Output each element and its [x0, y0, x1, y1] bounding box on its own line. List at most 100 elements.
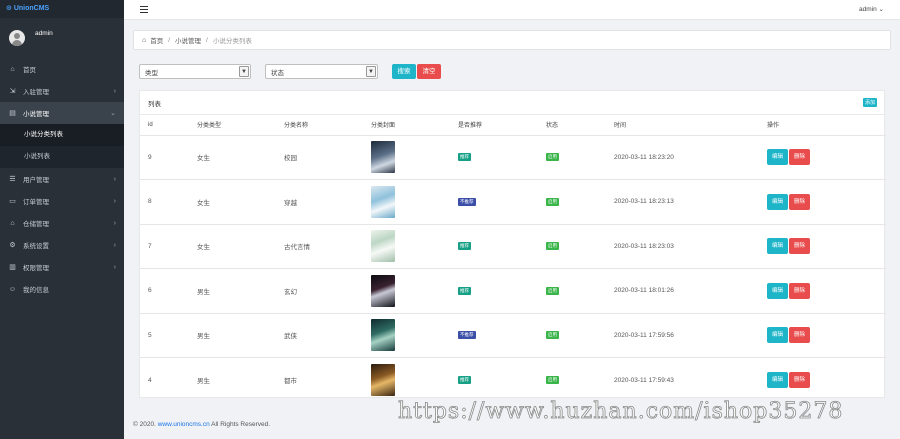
add-button[interactable]: 添加 [862, 98, 877, 107]
table-row: 6 男生 玄幻 推荐 启用 2020-03-11 18:01:26 编辑 删除 [140, 268, 886, 314]
delete-button[interactable]: 删除 [789, 327, 811, 344]
cell-cover [363, 268, 450, 314]
cell-recommend: 推荐 [450, 268, 538, 314]
status-badge: 启用 [546, 331, 559, 340]
cell-recommend: 推荐 [450, 135, 538, 180]
sidebar-item[interactable]: ▭ 订单管理 › [0, 190, 124, 212]
cell-id: 8 [140, 179, 189, 225]
edit-button[interactable]: 编辑 [767, 327, 789, 344]
status-badge: 启用 [546, 197, 559, 206]
cell-status: 启用 [538, 224, 606, 269]
watermark: https://www.huzhan.com/ishop35278 [398, 399, 844, 425]
sidebar-item-label: 首页 [23, 67, 36, 74]
sidebar-subitem[interactable]: 小说列表 [0, 146, 124, 168]
sidebar-nav: ⌂ 首页 ⇲ 入驻管理 › ▤ 小说管理 ⌄ 小说分类列表 小说列表 ☰ 用户管理 › ▭ 订单管理 › ⌂ 仓储… [0, 58, 124, 300]
column-header: 状态 [538, 115, 606, 136]
sidebar-item[interactable]: ⇲ 入驻管理 › [0, 80, 124, 102]
sidebar-item[interactable]: ☰ 用户管理 › [0, 168, 124, 190]
cell-status: 启用 [538, 313, 606, 358]
column-header: 时间 [606, 115, 759, 136]
breadcrumb-home[interactable]: 首页 [150, 35, 163, 45]
edit-button[interactable]: 编辑 [767, 238, 789, 255]
app-logo[interactable]: ⊙ UnionCMS [0, 0, 124, 18]
recommend-badge: 不推荐 [458, 331, 476, 340]
cell-time: 2020-03-11 18:23:20 [606, 135, 759, 180]
edit-button[interactable]: 编辑 [767, 372, 789, 388]
cell-type: 女生 [189, 224, 276, 269]
cell-cover [363, 358, 450, 403]
sidebar-item[interactable]: ☺ 我的信息 [0, 278, 124, 300]
sidebar-item[interactable]: ▥ 权限管理 › [0, 256, 124, 278]
cell-time: 2020-03-11 18:23:03 [606, 224, 759, 269]
recommend-badge: 推荐 [458, 286, 471, 295]
cell-status: 启用 [538, 135, 606, 180]
warehouse-icon: ⌂ [10, 219, 15, 227]
book-icon: ▤ [9, 110, 16, 117]
cell-cover [363, 313, 450, 358]
cell-name: 都市 [284, 378, 297, 385]
profile-icon: ☺ [8, 285, 17, 293]
status-select[interactable]: 状态 ▼ [265, 64, 378, 79]
sidebar-subitem[interactable]: 小说分类列表 [0, 124, 124, 146]
cover-image [371, 141, 395, 174]
sidebar-item-label: 仓储管理 [23, 221, 49, 228]
footer-link[interactable]: www.unioncms.cn [158, 421, 210, 428]
cover-image [371, 319, 395, 352]
edit-button[interactable]: 编辑 [767, 149, 789, 166]
breadcrumb-separator: / [206, 36, 208, 44]
cell-actions: 编辑 删除 [759, 179, 886, 225]
sidebar-submenu: 小说分类列表 小说列表 [0, 124, 124, 168]
sidebar-item[interactable]: ⌂ 首页 [0, 58, 124, 80]
hamburger-menu-icon[interactable] [140, 6, 148, 13]
topbar: admin ⌄ [124, 0, 900, 20]
gear-icon: ⚙ [9, 242, 16, 249]
chevron-icon: › [113, 87, 116, 95]
cell-type: 男生 [189, 313, 276, 358]
column-header: 操作 [759, 115, 886, 136]
cell-actions: 编辑 删除 [759, 268, 886, 314]
recommend-badge: 推荐 [458, 153, 471, 162]
cell-name: 玄幻 [276, 268, 363, 314]
status-badge: 启用 [546, 153, 559, 162]
breadcrumb-separator: / [168, 36, 171, 44]
cell-id: 9 [140, 135, 189, 180]
edit-button[interactable]: 编辑 [767, 282, 789, 299]
cell-id: 4 [148, 376, 152, 384]
user-name: admin [35, 29, 53, 37]
table-row: 8 女生 穿越 不推荐 启用 2020-03-11 18:23:13 编辑 删除 [140, 179, 886, 225]
cell-cover [363, 135, 450, 180]
cell-id: 7 [140, 224, 189, 269]
sidebar-item[interactable]: ▤ 小说管理 ⌄ [0, 102, 124, 124]
sidebar-item-label: 订单管理 [23, 199, 49, 206]
delete-button[interactable]: 删除 [789, 282, 811, 299]
delete-button[interactable]: 删除 [789, 372, 811, 388]
delete-button[interactable]: 删除 [789, 193, 811, 210]
permission-icon: ▥ [9, 264, 16, 271]
delete-button[interactable]: 删除 [789, 238, 811, 255]
type-select[interactable]: 类型 ▼ [139, 64, 251, 79]
cell-time: 2020-03-11 18:23:13 [606, 179, 759, 225]
breadcrumb-section[interactable]: 小说管理 [175, 35, 201, 45]
cell-name: 校园 [276, 135, 363, 180]
column-header: id [140, 115, 189, 136]
admin-dropdown[interactable]: admin ⌄ [859, 5, 884, 13]
chevron-icon: › [113, 241, 116, 249]
cover-image [371, 230, 395, 263]
chevron-icon: ⌄ [110, 110, 116, 117]
clear-button[interactable]: 清空 [417, 64, 441, 79]
edit-button[interactable]: 编辑 [767, 193, 789, 210]
search-button[interactable]: 搜索 [392, 64, 416, 79]
status-select-value: 状态 [271, 69, 284, 77]
delete-button[interactable]: 删除 [789, 149, 811, 166]
cover-image [371, 274, 395, 307]
cell-time: 2020-03-11 18:01:26 [606, 268, 759, 314]
sidebar-item[interactable]: ⚙ 系统设置 › [0, 234, 124, 256]
entry-icon: ⇲ [9, 88, 16, 95]
chevron-icon: › [113, 263, 116, 271]
app-logo-text: UnionCMS [13, 5, 50, 12]
cover-image [371, 364, 395, 396]
sidebar-item-label: 权限管理 [23, 265, 49, 272]
chevron-down-icon: ▼ [239, 66, 249, 77]
table-body: 9 女生 校园 推荐 启用 2020-03-11 18:23:20 编辑 删除 8 女生 穿越 不推荐… [140, 135, 886, 402]
sidebar-item[interactable]: ⌂ 仓储管理 › [0, 212, 124, 234]
